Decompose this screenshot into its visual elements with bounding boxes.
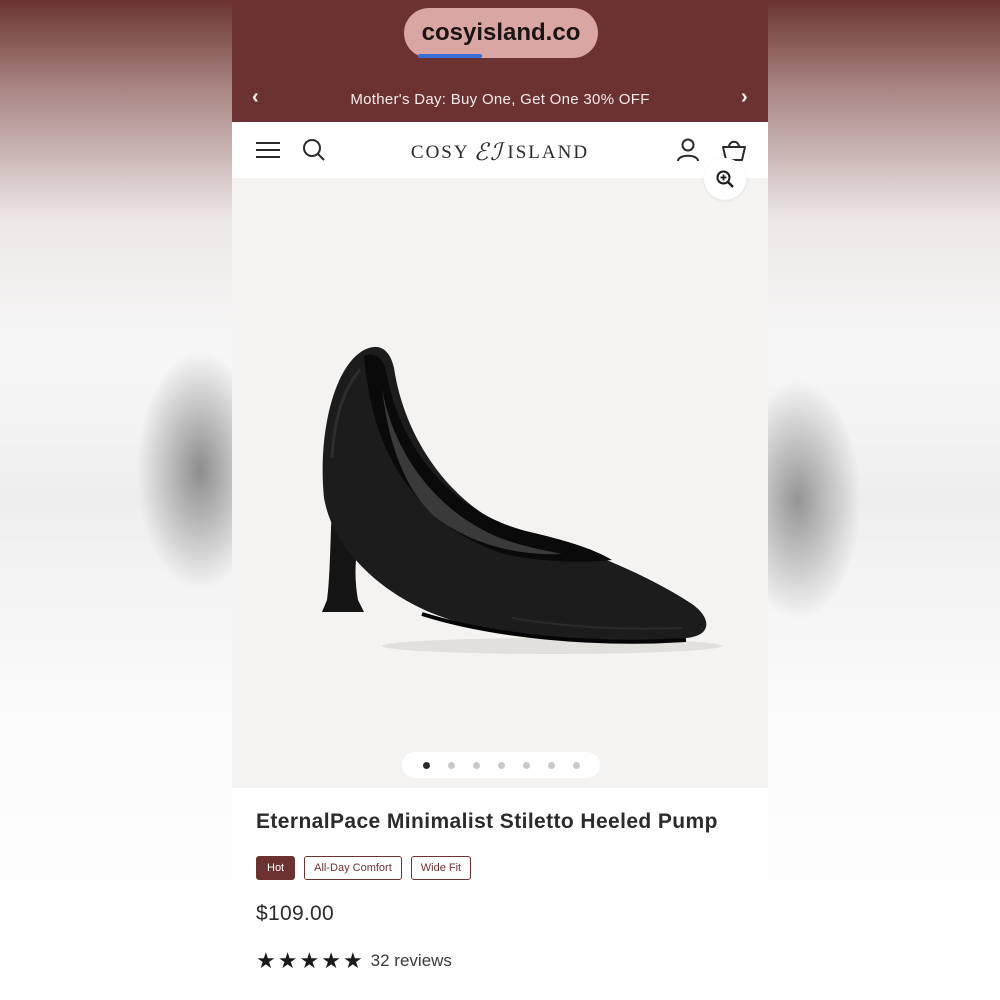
product-rating[interactable]: ★ ★ ★ ★ ★ 32 reviews <box>256 950 756 972</box>
phone-screen: cosyisland.co ‹ Mother's Day: Buy One, G… <box>232 0 768 1000</box>
background-blur-left <box>0 0 232 1000</box>
gallery-dot[interactable] <box>497 761 505 769</box>
gallery-dot[interactable] <box>522 761 530 769</box>
star-icon: ★ <box>277 948 298 973</box>
logo-word-left: COSY <box>410 142 470 163</box>
url-text: cosyisland.co <box>421 19 581 46</box>
announcement-text: Mother's Day: Buy One, Get One 30% OFF <box>350 90 650 108</box>
gallery-dot[interactable] <box>547 761 555 769</box>
page-load-progress <box>418 54 482 58</box>
star-icon: ★ <box>256 948 276 973</box>
star-icon: ★ <box>299 948 320 973</box>
badge-wide-fit: Wide Fit <box>410 856 472 880</box>
badge-hot: Hot <box>256 856 296 880</box>
product-image-gallery[interactable] <box>232 158 768 788</box>
product-badges: Hot All-Day Comfort Wide Fit <box>256 856 756 880</box>
product-title: EternalPace Minimalist Stiletto Heeled P… <box>256 810 718 833</box>
logo-monogram: ℰℐ <box>473 138 504 166</box>
background-blur-right <box>768 0 1000 1000</box>
chevron-right-icon[interactable]: › <box>741 86 748 109</box>
zoom-in-icon[interactable] <box>704 158 746 200</box>
product-info: EternalPace Minimalist Stiletto Heeled P… <box>256 810 756 972</box>
star-icon: ★ <box>321 948 341 973</box>
gallery-dot[interactable] <box>472 761 480 769</box>
product-image-shoe <box>322 346 722 654</box>
chevron-left-icon[interactable]: ‹ <box>252 86 259 109</box>
browser-address-bar: cosyisland.co <box>232 0 768 76</box>
reviews-link[interactable]: 32 reviews <box>371 951 452 971</box>
gallery-dot[interactable] <box>572 761 580 769</box>
account-icon[interactable] <box>674 136 702 164</box>
star-icon: ★ <box>342 948 363 973</box>
announcement-bar: ‹ Mother's Day: Buy One, Get One 30% OFF… <box>232 76 768 122</box>
url-field[interactable]: cosyisland.co <box>404 8 598 58</box>
badge-all-day-comfort: All-Day Comfort <box>304 856 402 880</box>
gallery-pagination <box>402 752 600 778</box>
gallery-dot[interactable] <box>422 761 430 769</box>
gallery-dot[interactable] <box>447 761 455 769</box>
logo-word-right: ISLAND <box>507 142 590 163</box>
product-price: $109.00 <box>256 902 335 925</box>
site-header: COSY ℰℐ ISLAND <box>232 122 768 179</box>
